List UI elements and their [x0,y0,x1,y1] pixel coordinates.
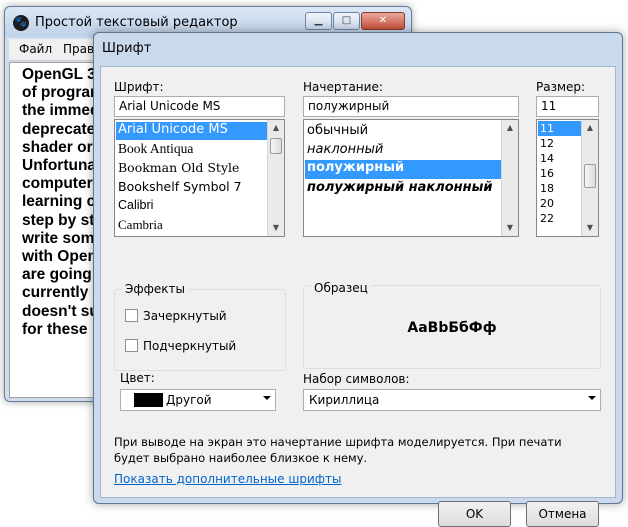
style-list-item[interactable]: полужирный наклонный [305,180,493,195]
charset-value: Кириллица [309,393,380,407]
size-label: Размер: [536,80,586,94]
dialog-title: Шрифт [102,41,152,56]
font-list-item[interactable]: Calibri [116,198,153,212]
info-text: При выводе на экран это начертание шрифт… [114,435,562,465]
scroll-up-icon[interactable]: ▲ [582,120,598,136]
size-list-item[interactable]: 16 [538,166,554,181]
charset-label: Набор символов: [303,372,410,386]
sample-text: AaBbБбФф [407,320,497,336]
paw-icon: 🐾 [13,15,29,31]
more-fonts-link[interactable]: Показать дополнительные шрифты [114,472,341,486]
scroll-down-icon[interactable]: ▼ [582,220,598,236]
style-list-item[interactable]: полужирный [305,160,501,179]
size-list-scrollbar[interactable]: ▲ ▼ [581,120,598,236]
effects-label: Эффекты [122,282,188,296]
style-list-item[interactable]: наклонный [305,142,383,157]
color-select[interactable]: Другой [120,389,276,411]
underline-checkbox[interactable] [125,339,138,352]
font-list-item[interactable]: Bookman Old Style [116,160,239,175]
dialog-titlebar[interactable]: Шрифт [94,33,622,63]
font-list-item[interactable]: Arial Unicode MS [116,122,267,140]
font-label: Шрифт: [114,80,164,94]
style-list[interactable]: обычный наклонный полужирный полужирный … [303,119,519,237]
size-list-item[interactable]: 22 [538,211,554,226]
ok-button[interactable]: OK [438,501,511,527]
scroll-down-icon[interactable]: ▼ [502,220,518,236]
style-input[interactable]: полужирный [303,96,519,117]
font-list-item[interactable]: Bookshelf Symbol 7 [116,179,242,194]
size-list-item[interactable]: 12 [538,136,554,151]
cancel-button[interactable]: Отмена [526,501,599,527]
font-input[interactable]: Arial Unicode MS [114,96,285,117]
style-list-item[interactable]: обычный [305,123,368,138]
close-button[interactable]: ✕ [361,12,405,30]
strikeout-label[interactable]: Зачеркнутый [143,309,227,323]
font-list-item[interactable]: Cambria [116,217,163,233]
font-list[interactable]: Arial Unicode MS Book Antiqua Bookman Ol… [114,119,285,237]
size-list-item[interactable]: 14 [538,151,554,166]
size-list-item[interactable]: 11 [538,121,581,136]
sample-label: Образец [311,281,371,295]
scroll-thumb[interactable] [270,138,282,154]
maximize-button[interactable]: □ [333,12,360,30]
menu-file[interactable]: Файл [19,42,52,56]
font-dialog: Шрифт Шрифт: Arial Unicode MS Arial Unic… [93,32,623,527]
scroll-up-icon[interactable]: ▲ [268,120,284,136]
color-value: Другой [166,393,212,407]
underline-label[interactable]: Подчеркнутый [143,339,236,353]
charset-select[interactable]: Кириллица [303,389,601,411]
effects-group [114,289,286,371]
font-list-scrollbar[interactable]: ▲ ▼ [267,120,284,236]
size-list[interactable]: 11 12 14 16 18 20 22 ▲ ▼ [536,119,599,237]
minimize-button[interactable]: ▁ [305,12,332,30]
scroll-thumb[interactable] [584,164,596,188]
color-swatch [134,393,163,407]
size-list-item[interactable]: 20 [538,196,554,211]
size-input[interactable]: 11 [536,96,599,117]
strikeout-checkbox[interactable] [125,309,138,322]
scroll-down-icon[interactable]: ▼ [268,220,284,236]
size-list-item[interactable]: 18 [538,181,554,196]
chevron-down-icon [588,396,596,400]
editor-title: Простой текстовый редактор [35,15,238,30]
scroll-up-icon[interactable]: ▲ [502,120,518,136]
chevron-down-icon [263,396,271,400]
style-list-scrollbar[interactable]: ▲ ▼ [501,120,518,236]
style-label: Начертание: [303,80,383,94]
color-label: Цвет: [120,371,155,385]
font-list-item[interactable]: Book Antiqua [116,141,193,157]
dialog-body: Шрифт: Arial Unicode MS Arial Unicode MS… [100,66,616,527]
